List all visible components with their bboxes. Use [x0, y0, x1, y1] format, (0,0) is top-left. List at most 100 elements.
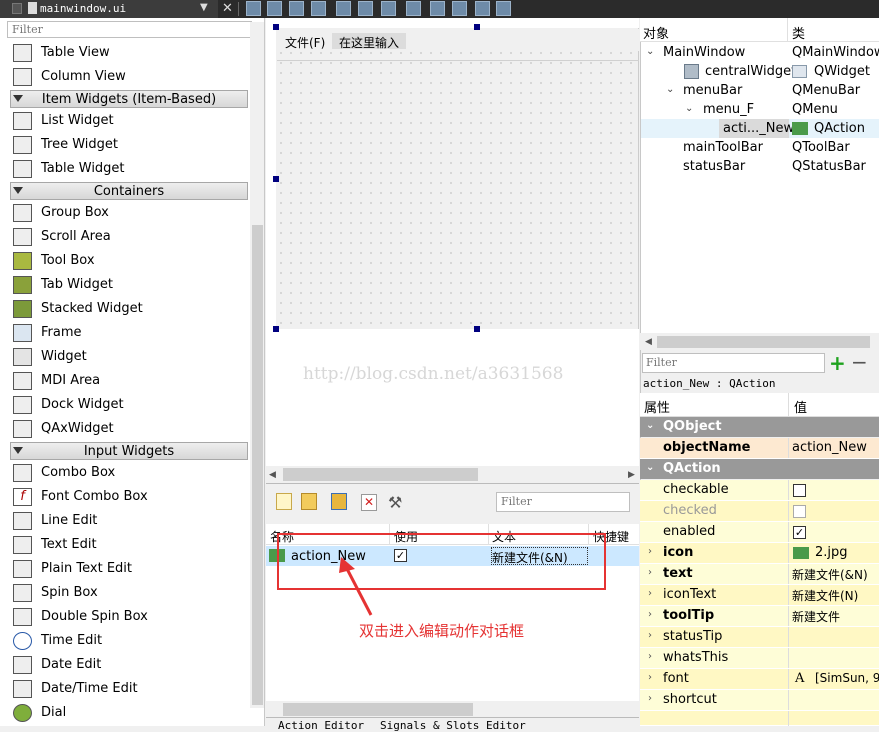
widget-table-widget[interactable]: Table Widget: [10, 157, 250, 181]
widget-table-view[interactable]: Table View: [10, 41, 250, 65]
col-value[interactable]: 值: [794, 397, 807, 416]
prop-value[interactable]: 新建文件(&N): [792, 566, 868, 583]
prop-shortcut[interactable]: › shortcut: [640, 690, 879, 711]
file-selector[interactable]: mainwindow.ui ▼: [0, 0, 218, 18]
add-property-icon[interactable]: +: [829, 353, 846, 373]
col-object[interactable]: 对象: [643, 23, 669, 42]
widget-tool-box[interactable]: Tool Box: [10, 249, 250, 273]
inspector-hscroll-thumb[interactable]: [657, 336, 870, 348]
resize-handle[interactable]: [474, 326, 480, 332]
widget-line-edit[interactable]: Line Edit: [10, 509, 250, 533]
resize-handle[interactable]: [474, 24, 480, 30]
prop-objectname[interactable]: objectName action_New: [640, 438, 879, 459]
collapse-icon[interactable]: ⌄: [646, 420, 654, 431]
widget-list-widget[interactable]: List Widget: [10, 109, 250, 133]
prop-value[interactable]: [SimSun, 9]: [815, 671, 879, 685]
widget-scroll-area[interactable]: Scroll Area: [10, 225, 250, 249]
tree-row-centralwidget[interactable]: centralWidget QWidget: [641, 62, 879, 81]
prop-text[interactable]: › text 新建文件(&N): [640, 564, 879, 585]
widget-widget[interactable]: Widget: [10, 345, 250, 369]
resize-handle[interactable]: [273, 326, 279, 332]
prop-value[interactable]: 2.jpg: [815, 545, 848, 560]
layout-form-icon[interactable]: [430, 1, 445, 16]
action-hscroll-thumb[interactable]: [283, 703, 473, 716]
layout-v-splitter-icon[interactable]: [406, 1, 421, 16]
prop-value[interactable]: 新建文件: [792, 608, 840, 625]
tree-row-maintoolbar[interactable]: mainToolBar QToolBar: [641, 138, 879, 157]
property-filter-input[interactable]: Filter: [642, 353, 825, 373]
category-containers[interactable]: Containers: [10, 182, 248, 200]
widget-font-combo-box[interactable]: f Font Combo Box: [10, 485, 250, 509]
editor-hscroll-thumb[interactable]: [283, 468, 478, 481]
prop-whatsthis[interactable]: › whatsThis: [640, 648, 879, 669]
group-qaction[interactable]: ⌄ QAction: [640, 459, 879, 479]
layout-grid-icon[interactable]: [452, 1, 467, 16]
widget-dial[interactable]: Dial: [10, 701, 250, 725]
checkable-checkbox[interactable]: [793, 484, 806, 497]
widget-column-view[interactable]: Column View: [10, 65, 250, 89]
chevron-down-icon[interactable]: ▼: [200, 2, 208, 13]
checked-checkbox[interactable]: [793, 505, 806, 518]
prop-checked[interactable]: checked: [640, 501, 879, 522]
col-class[interactable]: 类: [792, 23, 805, 42]
menu-type-here[interactable]: 在这里输入: [339, 34, 399, 51]
widget-frame[interactable]: Frame: [10, 321, 250, 345]
edit-widgets-icon[interactable]: [246, 1, 261, 16]
prop-icon[interactable]: › icon 2.jpg: [640, 543, 879, 564]
tree-row-menubar[interactable]: ⌄ menuBar QMenuBar: [641, 81, 879, 100]
col-property[interactable]: 属性: [644, 397, 670, 416]
widget-dock-widget[interactable]: Dock Widget: [10, 393, 250, 417]
widget-date-edit[interactable]: Date Edit: [10, 653, 250, 677]
resize-handle[interactable]: [273, 176, 279, 182]
edit-signals-icon[interactable]: [267, 1, 282, 16]
edit-tab-order-icon[interactable]: [311, 1, 326, 16]
paste-action-icon[interactable]: [331, 493, 347, 510]
menu-file[interactable]: 文件(F): [285, 34, 325, 51]
prop-icontext[interactable]: › iconText 新建文件(N): [640, 585, 879, 606]
widget-combo-box[interactable]: Combo Box: [10, 461, 250, 485]
widget-time-edit[interactable]: Time Edit: [10, 629, 250, 653]
remove-property-icon[interactable]: −: [851, 352, 868, 372]
prop-checkable[interactable]: checkable: [640, 480, 879, 501]
widget-text-edit[interactable]: Text Edit: [10, 533, 250, 557]
copy-action-icon[interactable]: [301, 493, 317, 510]
widget-box-scroll-thumb[interactable]: [252, 225, 263, 705]
break-layout-icon[interactable]: [475, 1, 490, 16]
widget-filter-input[interactable]: Filter: [7, 21, 252, 38]
layout-horizontal-icon[interactable]: [336, 1, 351, 16]
widget-stacked-widget[interactable]: Stacked Widget: [10, 297, 250, 321]
configure-icon[interactable]: ⚒: [388, 493, 404, 512]
category-input-widgets[interactable]: Input Widgets: [10, 442, 248, 460]
widget-group-box[interactable]: Group Box: [10, 201, 250, 225]
widget-tab-widget[interactable]: Tab Widget: [10, 273, 250, 297]
widget-qaxwidget[interactable]: QAxWidget: [10, 417, 250, 441]
resize-handle[interactable]: [273, 24, 279, 30]
delete-action-icon[interactable]: ✕: [361, 494, 377, 511]
tree-row-action-new[interactable]: acti..._New QAction: [641, 119, 879, 138]
widget-plain-text-edit[interactable]: Plain Text Edit: [10, 557, 250, 581]
widget-spin-box[interactable]: Spin Box: [10, 581, 250, 605]
expand-icon[interactable]: ⌄: [685, 103, 693, 114]
tree-row-statusbar[interactable]: statusBar QStatusBar: [641, 157, 879, 176]
scroll-right-icon[interactable]: ▶: [628, 470, 635, 480]
layout-vertical-icon[interactable]: [358, 1, 373, 16]
expand-icon[interactable]: ⌄: [646, 46, 654, 57]
action-filter-input[interactable]: Filter: [496, 492, 630, 512]
new-action-icon[interactable]: [276, 493, 292, 510]
prop-tooltip[interactable]: › toolTip 新建文件: [640, 606, 879, 627]
tree-row-menu-f[interactable]: ⌄ menu_F QMenu: [641, 100, 879, 119]
adjust-size-icon[interactable]: [496, 1, 511, 16]
enabled-checkbox[interactable]: ✓: [793, 526, 806, 539]
prop-statustip[interactable]: › statusTip: [640, 627, 879, 648]
widget-datetime-edit[interactable]: Date/Time Edit: [10, 677, 250, 701]
prop-value[interactable]: 新建文件(N): [792, 587, 858, 604]
edit-buddies-icon[interactable]: [289, 1, 304, 16]
expand-icon[interactable]: ⌄: [666, 84, 674, 95]
prop-enabled[interactable]: enabled ✓: [640, 522, 879, 543]
layout-h-splitter-icon[interactable]: [381, 1, 396, 16]
group-qobject[interactable]: ⌄ QObject: [640, 417, 879, 437]
category-item-widgets[interactable]: Item Widgets (Item-Based): [10, 90, 248, 108]
close-icon[interactable]: ✕: [222, 1, 233, 16]
tree-row-mainwindow[interactable]: ⌄ MainWindow QMainWindow: [641, 43, 879, 62]
scroll-left-icon[interactable]: ◀: [269, 470, 276, 480]
